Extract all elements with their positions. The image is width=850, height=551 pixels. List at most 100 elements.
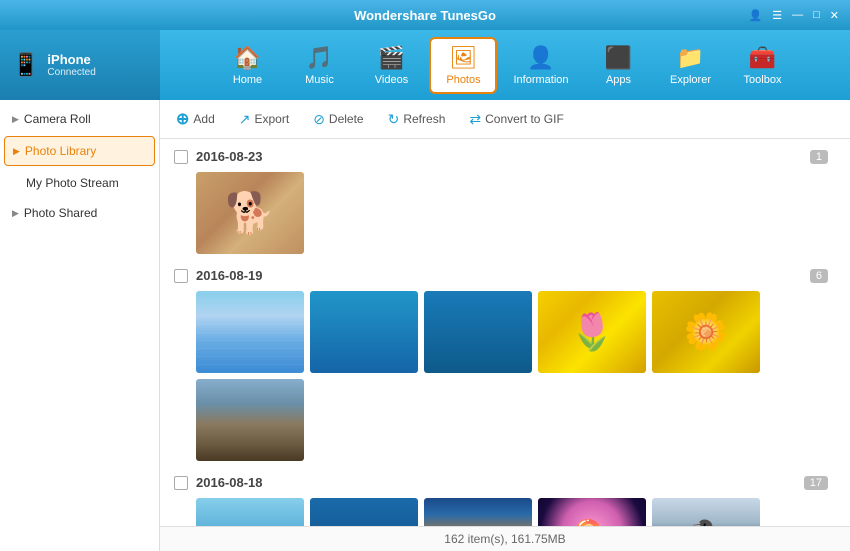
sidebar-item-my-photo-stream-label: My Photo Stream [26, 176, 119, 190]
date-header-2: 2016-08-19 6 [174, 268, 836, 283]
delete-button[interactable]: ⊘ Delete [309, 109, 367, 130]
photo-thumb-app1[interactable] [196, 291, 304, 373]
add-button[interactable]: ⊕ Add [172, 107, 219, 131]
device-info: iPhone Connected [47, 52, 95, 78]
tab-information[interactable]: 👤 Information [501, 39, 580, 92]
nav-bar: 📱 iPhone Connected 🏠 Home 🎵 Music 🎬 Vide… [0, 30, 850, 100]
tab-toolbox[interactable]: 🧰 Toolbox [729, 39, 797, 92]
tab-music-label: Music [305, 74, 334, 86]
date-checkbox-1[interactable] [174, 150, 188, 164]
date-label-3: 2016-08-18 [196, 475, 804, 490]
date-count-1: 1 [810, 150, 828, 164]
add-label: Add [193, 112, 214, 126]
sidebar-item-photo-shared[interactable]: ▶ Photo Shared [0, 198, 159, 228]
photos-icon: 🖼 [450, 45, 478, 71]
tab-toolbox-label: Toolbox [744, 74, 782, 86]
photo-thumb-tulips[interactable] [538, 291, 646, 373]
videos-icon: 🎬 [378, 45, 405, 71]
photo-grid-3 [196, 498, 836, 526]
photo-thumb-penguins[interactable] [652, 498, 760, 526]
tab-photos-label: Photos [446, 74, 480, 86]
device-name: iPhone [47, 52, 95, 67]
arrow-icon: ▶ [12, 208, 19, 219]
music-icon: 🎵 [306, 45, 333, 71]
minimize-button[interactable]: — [789, 9, 806, 21]
device-icon: 📱 [12, 52, 39, 78]
date-label-1: 2016-08-23 [196, 149, 810, 164]
photo-thumb-dog[interactable] [196, 172, 304, 254]
photo-thumb-app4[interactable] [196, 498, 304, 526]
tab-apps-label: Apps [606, 74, 631, 86]
status-text: 162 item(s), 161.75MB [444, 532, 565, 546]
sidebar-item-photo-library-label: Photo Library [25, 144, 96, 158]
maximize-button[interactable]: □ [810, 9, 823, 21]
content-area: ⊕ Add ↗ Export ⊘ Delete ↻ Refresh ⇄ Conv… [160, 100, 850, 551]
date-checkbox-2[interactable] [174, 269, 188, 283]
window-controls: 👤 ☰ — □ ✕ [746, 9, 842, 22]
explorer-icon: 📁 [677, 45, 704, 71]
add-icon: ⊕ [176, 109, 189, 129]
delete-icon: ⊘ [313, 111, 325, 128]
main-layout: ▶ Camera Roll ▶ Photo Library My Photo S… [0, 100, 850, 551]
sidebar-item-camera-roll-label: Camera Roll [24, 112, 91, 126]
apps-icon: ⬛ [605, 45, 632, 71]
date-group-2: 2016-08-19 6 [174, 268, 836, 461]
photo-thumb-cliff[interactable] [196, 379, 304, 461]
user-icon[interactable]: 👤 [746, 9, 766, 22]
date-header-3: 2016-08-18 17 [174, 475, 836, 490]
refresh-label: Refresh [403, 112, 445, 126]
date-group-1: 2016-08-23 1 [174, 149, 836, 254]
sidebar-item-photo-library[interactable]: ▶ Photo Library [4, 136, 155, 166]
date-count-2: 6 [810, 269, 828, 283]
tab-home[interactable]: 🏠 Home [213, 39, 281, 92]
sidebar-item-photo-shared-label: Photo Shared [24, 206, 97, 220]
delete-label: Delete [329, 112, 364, 126]
date-label-2: 2016-08-19 [196, 268, 810, 283]
photo-grid-1 [196, 172, 836, 254]
tab-explorer[interactable]: 📁 Explorer [657, 39, 725, 92]
tab-explorer-label: Explorer [670, 74, 711, 86]
sidebar-item-camera-roll[interactable]: ▶ Camera Roll [0, 104, 159, 134]
date-checkbox-3[interactable] [174, 476, 188, 490]
photo-thumb-sunset[interactable] [424, 498, 532, 526]
photo-thumb-app5[interactable] [310, 498, 418, 526]
convert-gif-icon: ⇄ [469, 111, 481, 128]
photo-grid-2 [196, 291, 836, 461]
app-title: Wondershare TunesGo [354, 8, 496, 23]
photo-thumb-app3[interactable] [424, 291, 532, 373]
sidebar-item-my-photo-stream[interactable]: My Photo Stream [0, 168, 159, 198]
tab-photos[interactable]: 🖼 Photos [429, 37, 497, 94]
nav-tabs: 🏠 Home 🎵 Music 🎬 Videos 🖼 Photos 👤 Infor… [160, 30, 850, 100]
tab-home-label: Home [233, 74, 262, 86]
photo-thumb-app2[interactable] [310, 291, 418, 373]
arrow-icon: ▶ [13, 146, 20, 157]
refresh-button[interactable]: ↻ Refresh [384, 109, 450, 130]
photo-content[interactable]: 2016-08-23 1 2016-08-19 6 [160, 139, 850, 526]
sidebar: ▶ Camera Roll ▶ Photo Library My Photo S… [0, 100, 160, 551]
tab-information-label: Information [513, 74, 568, 86]
date-count-3: 17 [804, 476, 828, 490]
convert-gif-label: Convert to GIF [485, 112, 564, 126]
arrow-icon: ▶ [12, 114, 19, 125]
tab-videos[interactable]: 🎬 Videos [357, 39, 425, 92]
photo-thumb-jellyfish[interactable] [538, 498, 646, 526]
menu-icon[interactable]: ☰ [769, 9, 785, 22]
device-status: Connected [47, 67, 95, 78]
photo-thumb-tulips2[interactable] [652, 291, 760, 373]
close-button[interactable]: ✕ [827, 9, 842, 22]
convert-gif-button[interactable]: ⇄ Convert to GIF [465, 109, 567, 130]
toolbox-icon: 🧰 [749, 45, 776, 71]
information-icon: 👤 [527, 45, 554, 71]
device-panel: 📱 iPhone Connected [0, 30, 160, 100]
tab-videos-label: Videos [375, 74, 408, 86]
tab-music[interactable]: 🎵 Music [285, 39, 353, 92]
status-bar: 162 item(s), 161.75MB [160, 526, 850, 551]
tab-apps[interactable]: ⬛ Apps [585, 39, 653, 92]
refresh-icon: ↻ [388, 111, 400, 128]
toolbar: ⊕ Add ↗ Export ⊘ Delete ↻ Refresh ⇄ Conv… [160, 100, 850, 139]
export-button[interactable]: ↗ Export [235, 109, 293, 130]
date-group-3: 2016-08-18 17 [174, 475, 836, 526]
home-icon: 🏠 [234, 45, 261, 71]
export-label: Export [255, 112, 290, 126]
date-header-1: 2016-08-23 1 [174, 149, 836, 164]
